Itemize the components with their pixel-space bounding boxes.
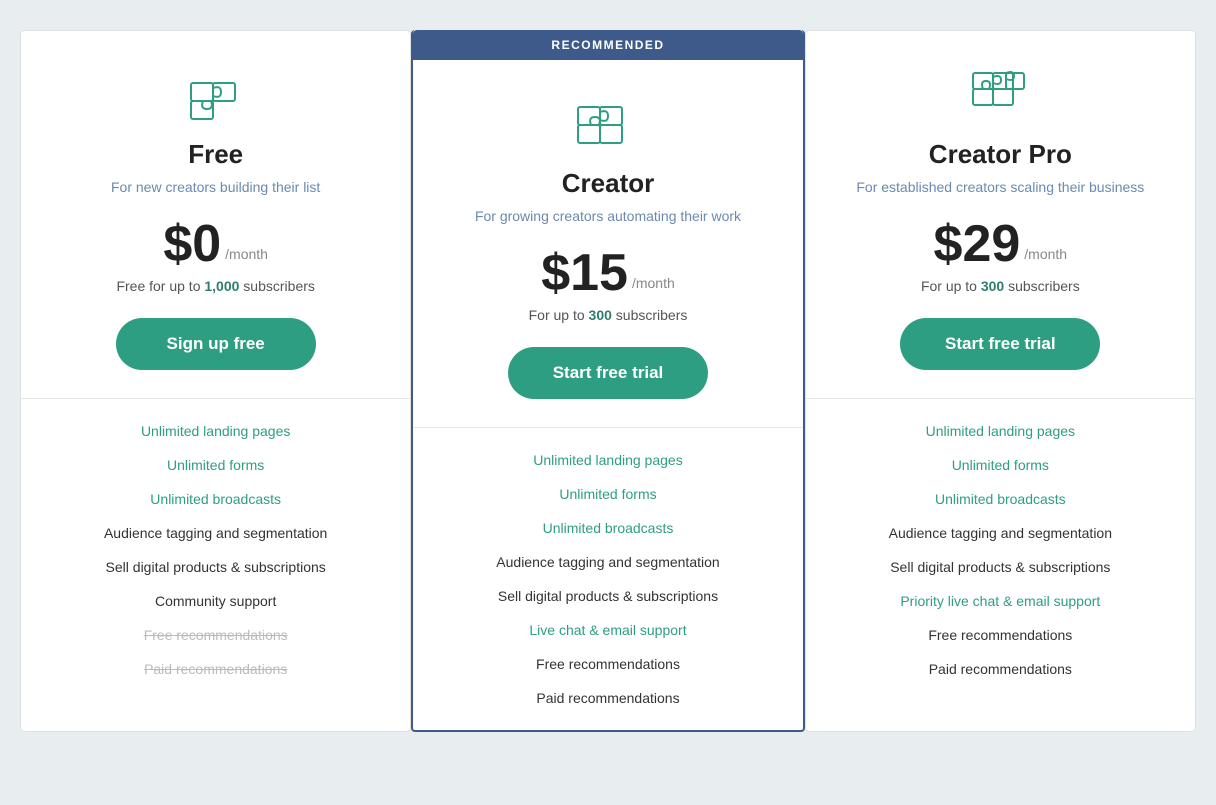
feature-item: Unlimited landing pages [926,423,1075,439]
feature-item: Unlimited forms [559,486,656,502]
plan-top-free: Free For new creators building their lis… [21,31,410,399]
recommended-badge: RECOMMENDED [413,30,802,60]
feature-item: Priority live chat & email support [900,593,1100,609]
plan-name-creator: Creator [562,168,654,199]
plan-description-creator: For growing creators automating their wo… [475,207,741,227]
feature-item: Free recommendations [928,627,1072,643]
feature-item: Sell digital products & subscriptions [498,588,718,604]
feature-item: Unlimited forms [167,457,264,473]
feature-item: Audience tagging and segmentation [496,554,719,570]
feature-item: Audience tagging and segmentation [889,525,1112,541]
plan-description-free: For new creators building their list [111,178,320,198]
price-period-creator: /month [632,275,675,291]
plan-icon-free [181,63,251,123]
plan-button-creator[interactable]: Start free trial [508,347,708,399]
plan-subscribers-creator: For up to 300 subscribers [529,307,688,323]
price-amount-free: $0 [163,218,221,270]
plan-icon-creator-pro [965,63,1035,123]
price-period-free: /month [225,246,268,262]
plan-card-creator: RECOMMENDED Creator For growing creators… [411,30,804,732]
plan-features-free: Unlimited landing pages Unlimited forms Un… [21,399,410,701]
plan-price-creator: $15 /month [541,247,675,299]
plan-icon-creator [573,92,643,152]
feature-item: Unlimited forms [952,457,1049,473]
feature-item: Free recommendations [536,656,680,672]
plan-features-creator-pro: Unlimited landing pages Unlimited forms Un… [806,399,1195,701]
price-amount-creator: $15 [541,247,628,299]
plan-name-free: Free [188,139,243,170]
feature-item: Paid recommendations [929,661,1072,677]
plan-subscribers-free: Free for up to 1,000 subscribers [116,278,314,294]
price-amount-creator-pro: $29 [934,218,1021,270]
plan-features-creator: Unlimited landing pages Unlimited forms Un… [413,428,802,730]
feature-item: Paid recommendations [144,661,287,677]
feature-item: Unlimited broadcasts [543,520,674,536]
feature-item: Paid recommendations [536,690,679,706]
plan-card-free: Free For new creators building their lis… [20,30,411,732]
plan-price-free: $0 /month [163,218,268,270]
plan-top-creator-pro: Creator Pro For established creators sca… [806,31,1195,399]
feature-item: Unlimited landing pages [533,452,682,468]
feature-item: Community support [155,593,276,609]
plan-description-creator-pro: For established creators scaling their b… [856,178,1144,198]
feature-item: Unlimited broadcasts [935,491,1066,507]
feature-item: Free recommendations [144,627,288,643]
plan-button-creator-pro[interactable]: Start free trial [900,318,1100,370]
plan-button-free[interactable]: Sign up free [116,318,316,370]
feature-item: Unlimited broadcasts [150,491,281,507]
feature-item: Audience tagging and segmentation [104,525,327,541]
plan-card-creator-pro: Creator Pro For established creators sca… [805,30,1196,732]
feature-item: Sell digital products & subscriptions [890,559,1110,575]
feature-item: Sell digital products & subscriptions [106,559,326,575]
feature-item: Live chat & email support [529,622,686,638]
plan-subscribers-creator-pro: For up to 300 subscribers [921,278,1080,294]
plan-top-creator: Creator For growing creators automating … [413,60,802,428]
price-period-creator-pro: /month [1024,246,1067,262]
plan-price-creator-pro: $29 /month [934,218,1068,270]
plan-name-creator-pro: Creator Pro [929,139,1072,170]
pricing-container: Free For new creators building their lis… [20,30,1196,732]
feature-item: Unlimited landing pages [141,423,290,439]
